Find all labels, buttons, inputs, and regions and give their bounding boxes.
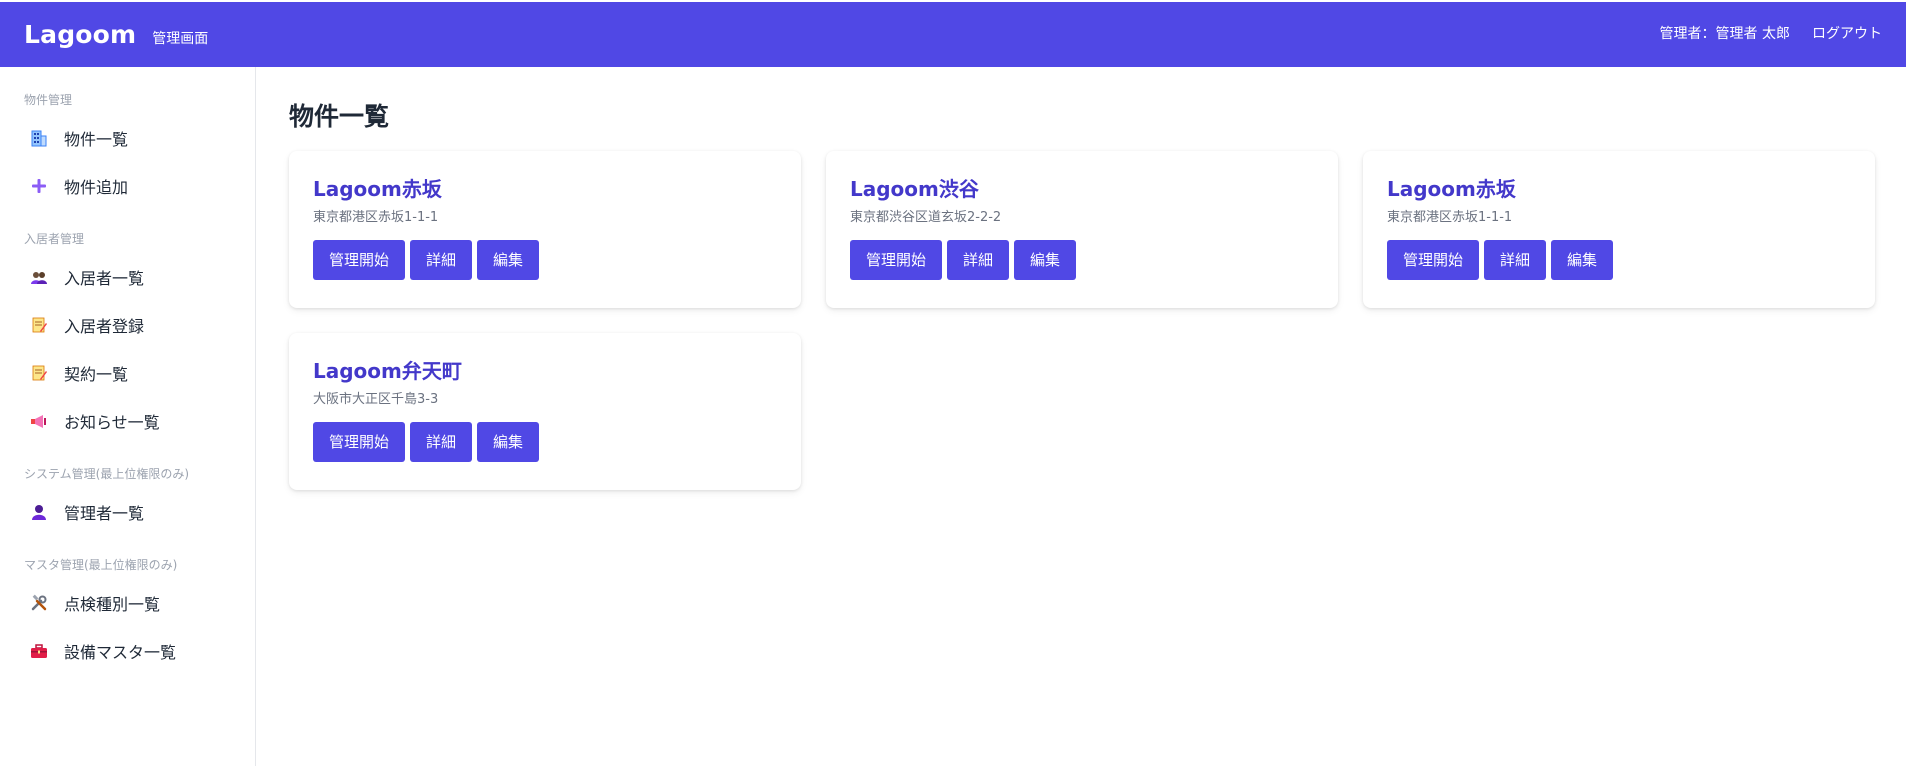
current-user-label: 管理者：管理者 太郎	[1659, 26, 1790, 42]
start-management-button[interactable]: 管理開始	[313, 422, 406, 462]
sidebar-item-property-add[interactable]: 物件追加	[0, 162, 255, 210]
sidebar: 物件管理 物件一覧 物件追加 入居者管理 入居者一覧 入居者登録 契約一覧 お知…	[0, 67, 256, 766]
building-icon	[30, 129, 48, 147]
edit-button[interactable]: 編集	[477, 240, 540, 280]
sidebar-item-property-list[interactable]: 物件一覧	[0, 114, 255, 162]
property-card: Lagoom赤坂 東京都港区赤坂1-1-1 管理開始 詳細 編集	[289, 151, 801, 308]
toolbox-icon	[30, 642, 48, 660]
property-actions: 管理開始 詳細 編集	[313, 240, 777, 280]
sidebar-item-label: 点検種別一覧	[64, 595, 161, 614]
sidebar-item-label: 管理者一覧	[64, 504, 145, 523]
property-name: Lagoom赤坂	[313, 177, 442, 201]
users-icon	[30, 268, 48, 286]
memo-icon	[30, 316, 48, 334]
megaphone-icon	[30, 412, 48, 430]
memo-icon	[30, 364, 48, 382]
edit-button[interactable]: 編集	[1014, 240, 1077, 280]
sidebar-item-label: 物件追加	[64, 178, 129, 197]
edit-button[interactable]: 編集	[477, 422, 540, 462]
detail-button[interactable]: 詳細	[1484, 240, 1547, 280]
sidebar-item-admin-list[interactable]: 管理者一覧	[0, 488, 255, 536]
plus-icon	[30, 177, 48, 195]
property-card: Lagoom渋谷 東京都渋谷区道玄坂2-2-2 管理開始 詳細 編集	[826, 151, 1338, 308]
detail-button[interactable]: 詳細	[947, 240, 1010, 280]
brand-subtitle: 管理画面	[152, 30, 209, 47]
brand-logo[interactable]: Lagoom	[24, 20, 136, 49]
sidebar-item-label: 設備マスタ一覧	[64, 643, 177, 662]
start-management-button[interactable]: 管理開始	[1387, 240, 1480, 280]
property-card: Lagoom赤坂 東京都港区赤坂1-1-1 管理開始 詳細 編集	[1363, 151, 1875, 308]
property-name: Lagoom渋谷	[850, 177, 979, 201]
sidebar-item-label: 入居者登録	[64, 317, 145, 336]
sidebar-item-resident-register[interactable]: 入居者登録	[0, 301, 255, 349]
detail-button[interactable]: 詳細	[410, 422, 473, 462]
start-management-button[interactable]: 管理開始	[850, 240, 943, 280]
property-address: 東京都港区赤坂1-1-1	[1387, 210, 1513, 225]
property-actions: 管理開始 詳細 編集	[850, 240, 1314, 280]
sidebar-item-label: 入居者一覧	[64, 269, 145, 288]
sidebar-section-system: システム管理(最上位権限のみ)	[24, 467, 190, 481]
sidebar-item-notice-list[interactable]: お知らせ一覧	[0, 397, 255, 445]
property-card: Lagoom弁天町 大阪市大正区千島3-3 管理開始 詳細 編集	[289, 333, 801, 490]
property-card-grid: Lagoom赤坂 東京都港区赤坂1-1-1 管理開始 詳細 編集 Lagoom渋…	[289, 151, 1875, 490]
property-address: 東京都港区赤坂1-1-1	[313, 210, 439, 225]
user-icon	[30, 503, 48, 521]
sidebar-item-inspection-type-list[interactable]: 点検種別一覧	[0, 579, 255, 627]
property-address: 東京都渋谷区道玄坂2-2-2	[850, 210, 1002, 225]
header-user-area: 管理者：管理者 太郎 ログアウト	[1660, 23, 1882, 43]
sidebar-item-contract-list[interactable]: 契約一覧	[0, 349, 255, 397]
tools-icon	[30, 594, 48, 612]
logout-link[interactable]: ログアウト	[1812, 23, 1882, 43]
property-actions: 管理開始 詳細 編集	[313, 422, 777, 462]
sidebar-item-label: 契約一覧	[64, 365, 129, 384]
page-title: 物件一覧	[289, 102, 390, 131]
sidebar-section-property: 物件管理	[24, 93, 73, 107]
sidebar-section-master: マスタ管理(最上位権限のみ)	[24, 558, 178, 572]
edit-button[interactable]: 編集	[1551, 240, 1614, 280]
sidebar-item-label: 物件一覧	[64, 130, 129, 149]
app-header: Lagoom 管理画面 管理者：管理者 太郎 ログアウト	[0, 0, 1906, 67]
main-content: 物件一覧 Lagoom赤坂 東京都港区赤坂1-1-1 管理開始 詳細 編集 La…	[257, 67, 1906, 766]
sidebar-section-resident: 入居者管理	[24, 232, 85, 246]
sidebar-item-resident-list[interactable]: 入居者一覧	[0, 253, 255, 301]
sidebar-item-label: お知らせ一覧	[64, 413, 160, 432]
property-address: 大阪市大正区千島3-3	[313, 392, 439, 407]
detail-button[interactable]: 詳細	[410, 240, 473, 280]
start-management-button[interactable]: 管理開始	[313, 240, 406, 280]
property-name: Lagoom弁天町	[313, 359, 462, 383]
property-actions: 管理開始 詳細 編集	[1387, 240, 1851, 280]
sidebar-item-equipment-master-list[interactable]: 設備マスタ一覧	[0, 627, 255, 675]
property-name: Lagoom赤坂	[1387, 177, 1516, 201]
